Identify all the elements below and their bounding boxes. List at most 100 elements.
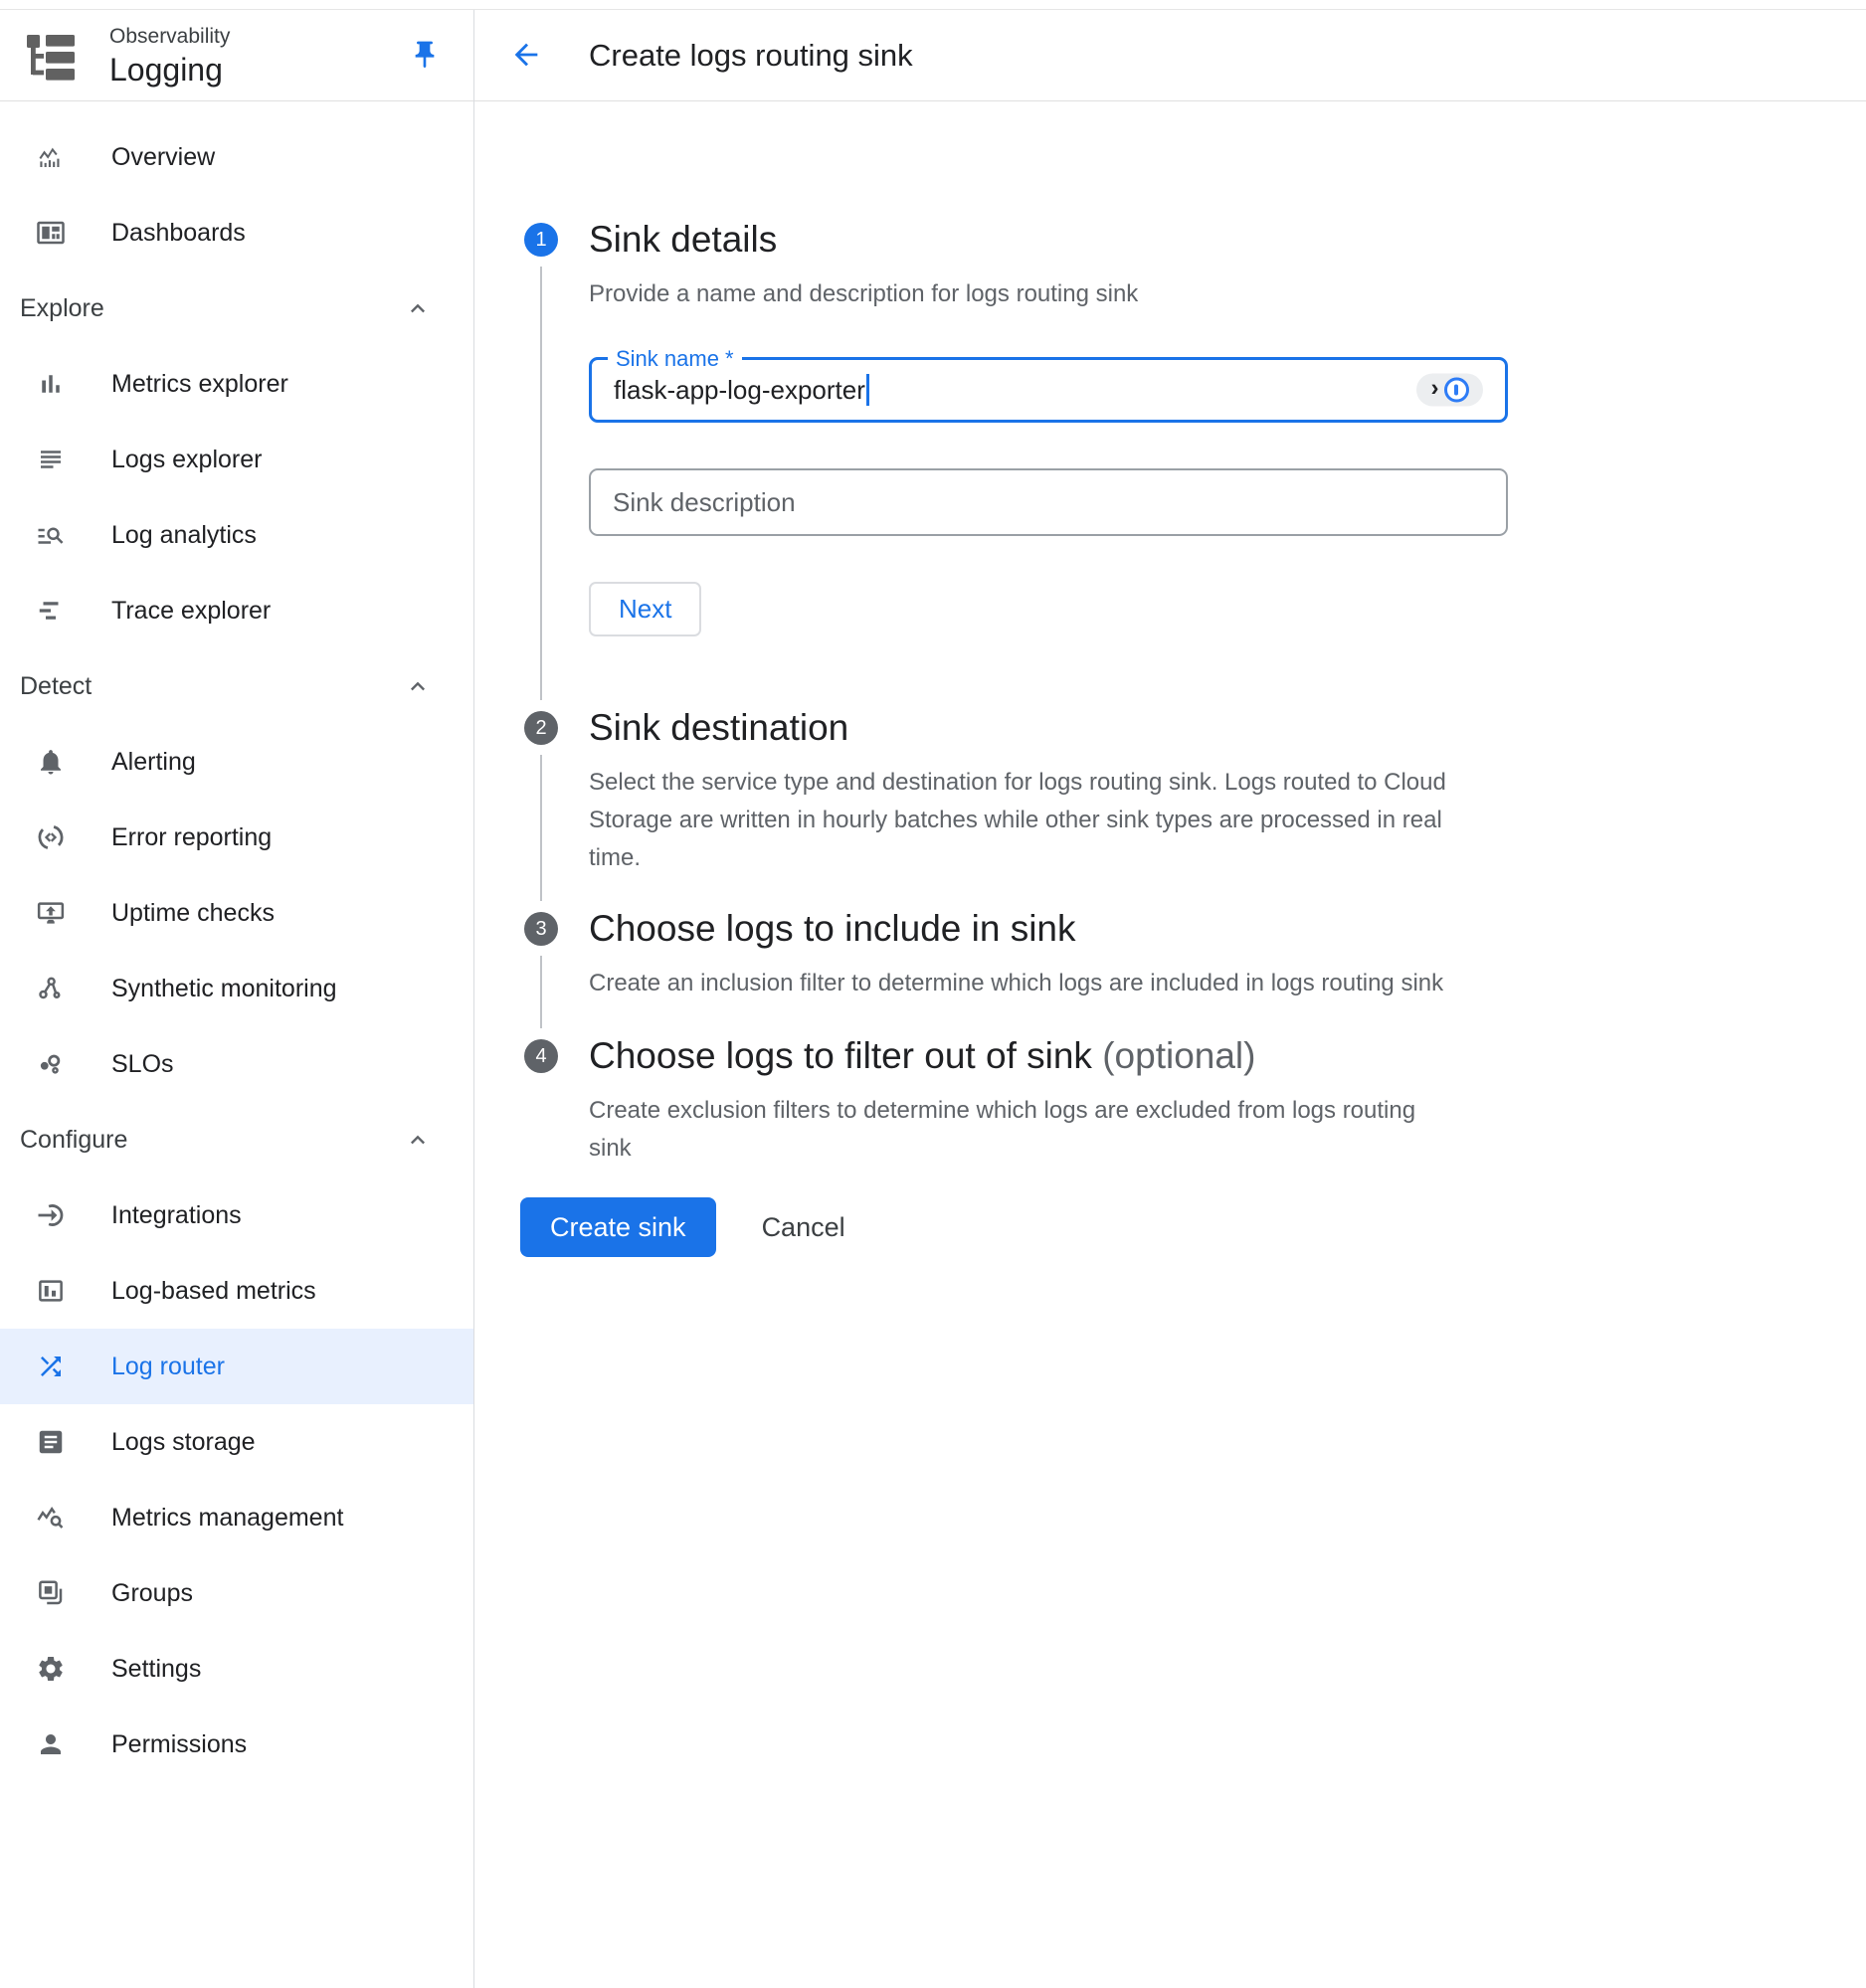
- step-sink-details: 1 Sink details Provide a name and descri…: [474, 218, 1866, 706]
- password-manager-button[interactable]: ›: [1416, 374, 1483, 407]
- sidebar-item-metrics-explorer[interactable]: Metrics explorer: [0, 346, 473, 422]
- product-title: Logging: [109, 54, 230, 86]
- 1password-extension-icon: [1444, 378, 1469, 403]
- sidebar-nav: Overview Dashboards Explore Metrics expl…: [0, 101, 473, 1782]
- sidebar-item-label: Groups: [111, 1579, 193, 1608]
- sidebar-item-error-reporting[interactable]: Error reporting: [0, 800, 473, 875]
- dashboard-icon: [36, 218, 66, 248]
- sidebar-item-log-analytics[interactable]: Log analytics: [0, 497, 473, 573]
- step-description: Create an inclusion filter to determine …: [589, 965, 1519, 1002]
- metrics-box-icon: [36, 1276, 66, 1306]
- section-label: Detect: [20, 672, 92, 701]
- sink-name-field[interactable]: Sink name * flask-app-log-exporter ›: [589, 357, 1508, 423]
- form-actions: Create sink Cancel: [520, 1197, 1866, 1257]
- sidebar-item-log-router[interactable]: Log router: [0, 1329, 473, 1404]
- sidebar-item-permissions[interactable]: Permissions: [0, 1707, 473, 1782]
- sidebar-item-label: Synthetic monitoring: [111, 975, 337, 1003]
- pin-icon: [409, 39, 441, 71]
- text-cursor: [866, 374, 869, 406]
- sidebar-item-trace-explorer[interactable]: Trace explorer: [0, 573, 473, 648]
- step-number-badge: 1: [524, 223, 558, 257]
- sidebar-item-label: Log-based metrics: [111, 1277, 316, 1306]
- step-number-badge: 4: [524, 1039, 558, 1073]
- chevron-right-icon: ›: [1431, 377, 1439, 401]
- sidebar-item-log-based-metrics[interactable]: Log-based metrics: [0, 1253, 473, 1329]
- main-panel: Create logs routing sink 1 Sink details …: [474, 10, 1866, 1988]
- sidebar-section-detect[interactable]: Detect: [0, 648, 473, 724]
- step-sink-destination: 2 Sink destination Select the service ty…: [474, 706, 1866, 907]
- shuffle-icon: [36, 1352, 66, 1381]
- sidebar-item-logs-storage[interactable]: Logs storage: [0, 1404, 473, 1480]
- sidebar-item-label: Uptime checks: [111, 899, 275, 928]
- sidebar-item-slos[interactable]: SLOs: [0, 1026, 473, 1102]
- page-title: Create logs routing sink: [589, 38, 913, 74]
- product-eyebrow: Observability: [109, 26, 230, 47]
- error-reporting-icon: [36, 822, 66, 852]
- sidebar-item-label: Metrics management: [111, 1504, 343, 1533]
- arrow-back-icon: [509, 38, 543, 72]
- page-header: Create logs routing sink: [474, 10, 1866, 101]
- step-number-badge: 3: [524, 912, 558, 946]
- step-description: Create exclusion filters to determine wh…: [589, 1092, 1439, 1168]
- sidebar-header: Observability Logging: [0, 10, 473, 101]
- pin-button[interactable]: [408, 39, 442, 73]
- sink-description-input[interactable]: [613, 487, 1484, 518]
- step-exclude-logs: 4 Choose logs to filter out of sink (opt…: [474, 1034, 1866, 1168]
- step-connector-line: [540, 956, 542, 1028]
- chevron-up-icon: [404, 294, 432, 322]
- sidebar-section-explore[interactable]: Explore: [0, 271, 473, 346]
- sidebar-item-dashboards[interactable]: Dashboards: [0, 195, 473, 271]
- chevron-up-icon: [404, 1126, 432, 1154]
- chevron-up-icon: [404, 672, 432, 700]
- cancel-button[interactable]: Cancel: [762, 1212, 845, 1243]
- sidebar-item-alerting[interactable]: Alerting: [0, 724, 473, 800]
- sidebar-item-metrics-management[interactable]: Metrics management: [0, 1480, 473, 1555]
- sidebar-section-configure[interactable]: Configure: [0, 1102, 473, 1177]
- storage-article-icon: [36, 1427, 66, 1457]
- sidebar-item-label: Log router: [111, 1353, 225, 1381]
- sink-name-value: flask-app-log-exporter: [614, 375, 865, 406]
- query-stats-icon: [36, 1503, 66, 1533]
- step-title: Choose logs to include in sink: [589, 907, 1866, 951]
- sidebar-item-synthetic-monitoring[interactable]: Synthetic monitoring: [0, 951, 473, 1026]
- sidebar-item-label: Error reporting: [111, 823, 272, 852]
- step-rail: 3: [524, 907, 558, 1034]
- sink-description-field: [589, 468, 1508, 536]
- product-title-block: Observability Logging: [109, 26, 230, 86]
- integrations-arrow-icon: [36, 1200, 66, 1230]
- back-button[interactable]: [508, 38, 544, 74]
- synthetic-nodes-icon: [36, 974, 66, 1003]
- step-rail: 4: [524, 1034, 558, 1168]
- step-title: Sink destination: [589, 706, 1866, 750]
- sidebar-item-integrations[interactable]: Integrations: [0, 1177, 473, 1253]
- step-number-badge: 2: [524, 711, 558, 745]
- logging-product-icon: [25, 30, 77, 82]
- sidebar-item-label: Integrations: [111, 1201, 242, 1230]
- sidebar-item-label: Dashboards: [111, 219, 246, 248]
- section-label: Configure: [20, 1126, 127, 1155]
- sidebar-item-logs-explorer[interactable]: Logs explorer: [0, 422, 473, 497]
- log-search-icon: [36, 520, 66, 550]
- next-button[interactable]: Next: [589, 582, 701, 636]
- sidebar-item-label: Overview: [111, 143, 215, 172]
- sidebar-item-label: Logs explorer: [111, 446, 262, 474]
- bar-chart-icon: [36, 369, 66, 399]
- sidebar-item-uptime-checks[interactable]: Uptime checks: [0, 875, 473, 951]
- section-label: Explore: [20, 294, 104, 323]
- slo-circles-icon: [36, 1049, 66, 1079]
- step-title: Sink details: [589, 218, 1866, 262]
- step-include-logs: 3 Choose logs to include in sink Create …: [474, 907, 1866, 1034]
- sidebar-item-label: Settings: [111, 1655, 201, 1684]
- step-connector-line: [540, 267, 542, 700]
- sidebar-item-groups[interactable]: Groups: [0, 1555, 473, 1631]
- sidebar-item-label: Permissions: [111, 1730, 247, 1759]
- sidebar-item-label: Logs storage: [111, 1428, 256, 1457]
- create-sink-button[interactable]: Create sink: [520, 1197, 716, 1257]
- uptime-monitor-icon: [36, 898, 66, 928]
- sidebar-item-overview[interactable]: Overview: [0, 119, 473, 195]
- stepper: 1 Sink details Provide a name and descri…: [474, 101, 1866, 1257]
- sidebar-item-settings[interactable]: Settings: [0, 1631, 473, 1707]
- step-title: Choose logs to filter out of sink (optio…: [589, 1034, 1866, 1078]
- log-lines-icon: [36, 445, 66, 474]
- sidebar-item-label: Alerting: [111, 748, 196, 777]
